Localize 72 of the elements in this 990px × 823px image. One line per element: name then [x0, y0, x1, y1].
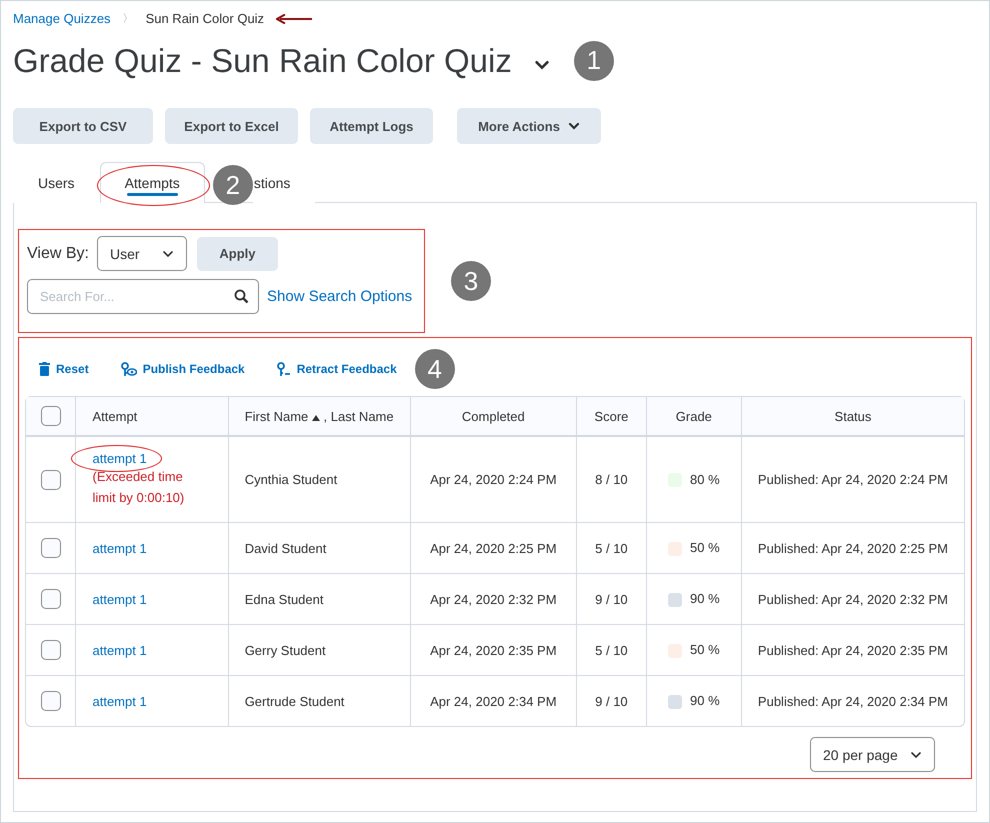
table-cell: Apr 24, 2020 2:25 PM [410, 522, 576, 573]
table-cell: Gertrude Student [228, 675, 410, 726]
checkbox[interactable] [40, 470, 61, 490]
toolbar-button[interactable]: Reset [39, 362, 89, 376]
table-cell: 5 / 10 [576, 624, 646, 675]
column-header[interactable]: Last Name [330, 408, 394, 424]
table-cell: Published: Apr 24, 2020 2:35 PM [740, 624, 964, 675]
attempt-link[interactable]: attempt 1 [92, 540, 147, 556]
view-by-select[interactable]: User [96, 236, 187, 271]
apply-button[interactable]: Apply [196, 236, 278, 270]
column-header[interactable]: Attempt [75, 397, 228, 436]
callout-number: 4 [414, 349, 455, 389]
search-field[interactable]: Search For... [27, 279, 259, 314]
callout-number: 2 [212, 165, 253, 205]
column-separator: , [324, 408, 328, 424]
table-cell: Edna Student [228, 573, 410, 624]
table-cell: 9 / 10 [576, 675, 646, 726]
page-title: Grade Quiz - Sun Rain Color Quiz [13, 42, 512, 80]
grade-value: 90 % [690, 591, 720, 606]
table-cell: David Student [228, 522, 410, 573]
attempt-link[interactable]: attempt 1 [92, 694, 147, 708]
column-header[interactable]: First Name [244, 408, 308, 424]
table-cell: Gerry Student [228, 624, 410, 675]
column-header[interactable]: Completed [410, 397, 576, 436]
table-cell: Published: Apr 24, 2020 2:34 PM [740, 675, 964, 726]
grade-value: 80 % [690, 472, 720, 487]
callout-number: 1 [574, 40, 614, 81]
breadcrumb-link[interactable]: Manage Quizzes [13, 11, 111, 26]
action-button[interactable]: More Actions [457, 108, 601, 144]
table-cell: Apr 24, 2020 2:35 PM [410, 624, 576, 675]
table-cell: Apr 24, 2020 2:24 PM [410, 436, 576, 522]
column-header[interactable]: Status [740, 397, 964, 436]
table-cell: Published: Apr 24, 2020 2:32 PM [740, 573, 964, 624]
warning-text: (Exceeded time limit by 0:00:10) [92, 468, 186, 507]
grade-value: 50 % [690, 540, 720, 556]
grade-value: 50 % [690, 642, 720, 658]
toolbar-button[interactable]: Publish Feedback [120, 362, 245, 376]
grade-value: 90 % [690, 693, 720, 708]
breadcrumb-separator: 〉 [122, 12, 134, 26]
sort-up-icon [312, 414, 320, 420]
table-cell: Apr 24, 2020 2:32 PM [410, 573, 576, 624]
callout-number: 3 [451, 261, 491, 301]
checkbox[interactable] [40, 589, 61, 609]
action-button[interactable]: Attempt Logs [310, 108, 433, 144]
table-cell: Published: Apr 24, 2020 2:24 PM [740, 436, 964, 522]
trash-icon [39, 362, 50, 376]
key-minus-icon [276, 362, 291, 376]
table-cell: Apr 24, 2020 2:34 PM [410, 675, 576, 726]
checkbox[interactable] [40, 640, 61, 660]
table-cell: 9 / 10 [576, 573, 646, 624]
table-cell: 5 / 10 [576, 522, 646, 573]
checkbox[interactable] [40, 691, 61, 711]
checkbox[interactable] [40, 538, 61, 558]
action-button[interactable]: Export to CSV [13, 108, 153, 144]
search-options-link[interactable]: Show Search Options [267, 288, 412, 305]
attempt-link[interactable]: attempt 1 [92, 592, 147, 606]
action-button[interactable]: Export to Excel [165, 108, 298, 144]
per-page-select[interactable]: 20 per page [810, 737, 935, 772]
attempt-link[interactable]: attempt 1 [92, 642, 147, 658]
breadcrumb-current: Sun Rain Color Quiz [146, 11, 264, 26]
toolbar-button[interactable]: Retract Feedback [276, 362, 397, 376]
column-header[interactable]: Score [576, 397, 646, 436]
key-eye-icon [120, 362, 137, 376]
search-icon [234, 289, 249, 304]
table-cell: Cynthia Student [228, 436, 410, 522]
view-by-label: View By: [27, 244, 89, 262]
table-cell: Published: Apr 24, 2020 2:25 PM [740, 522, 964, 573]
attempt-link[interactable]: attempt 1 [92, 451, 147, 466]
tab-underline [126, 193, 178, 196]
checkbox[interactable] [40, 406, 61, 426]
column-header[interactable]: Grade [646, 397, 741, 436]
table-cell: 8 / 10 [576, 436, 646, 522]
